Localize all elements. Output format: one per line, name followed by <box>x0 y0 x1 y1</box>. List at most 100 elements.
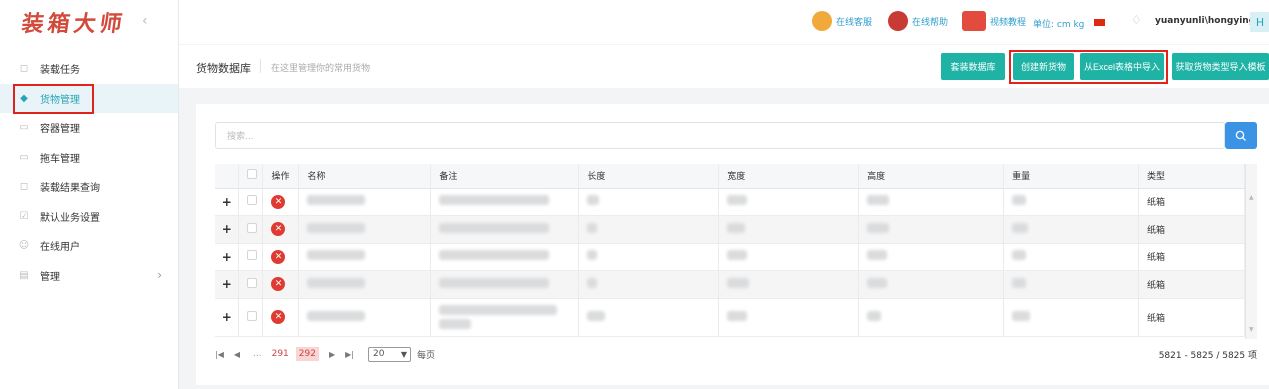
redacted-text <box>727 277 750 288</box>
first-page-icon[interactable]: |◀ <box>215 350 224 359</box>
sidebar-item-default-settings[interactable]: ☑ 默认业务设置 <box>0 202 178 232</box>
delete-icon[interactable]: ✕ <box>271 222 286 237</box>
redacted-text <box>307 222 366 233</box>
page-header: 货物数据库 在这里管理你的常用货物 套装数据库 创建新货物 从Excel表格中导… <box>179 45 1269 88</box>
expand-row-icon[interactable]: + <box>215 243 240 271</box>
cell-weight <box>1003 188 1139 216</box>
prev-page-icon[interactable]: ◀ <box>234 350 240 359</box>
delete-icon[interactable]: ✕ <box>271 194 286 209</box>
sidebar-item-admin[interactable]: ▤ 管理 › <box>0 261 178 291</box>
cell-height <box>858 243 1005 271</box>
sidebar-item-loading-tasks[interactable]: ◻ 装载任务 <box>0 54 178 84</box>
row-checkbox[interactable] <box>247 310 258 321</box>
table-row: + ✕ 纸箱 <box>215 215 1246 244</box>
row-checkbox[interactable] <box>247 222 258 233</box>
table-row: + ✕ 纸箱 <box>215 270 1246 299</box>
redacted-text <box>867 250 888 261</box>
page-title: 货物数据库 <box>196 62 251 75</box>
table-row: + ✕ 纸箱 <box>215 188 1246 216</box>
highlight-box-sidebar <box>13 84 94 114</box>
redacted-text <box>439 319 472 329</box>
col-name[interactable]: 名称 <box>298 164 432 189</box>
china-flag-icon[interactable] <box>1094 19 1105 26</box>
cell-name <box>298 188 432 216</box>
delete-icon[interactable]: ✕ <box>271 310 286 324</box>
row-checkbox[interactable] <box>247 250 258 261</box>
page-size-select[interactable]: 20 ▼ <box>368 346 411 362</box>
redacted-text <box>587 222 598 233</box>
search-button[interactable] <box>1225 122 1257 149</box>
cell-weight <box>1003 215 1139 244</box>
package-database-button[interactable]: 套装数据库 <box>941 53 1005 80</box>
page-ellipsis[interactable]: ... <box>250 347 265 361</box>
delete-icon[interactable]: ✕ <box>271 249 286 264</box>
avatar[interactable]: H <box>1250 12 1269 32</box>
col-length[interactable]: 长度 <box>578 164 720 189</box>
select-all-checkbox[interactable] <box>247 169 258 180</box>
cell-type: 纸箱 <box>1138 298 1246 337</box>
sidebar-item-trailer-management[interactable]: ▭ 拖车管理 <box>0 143 178 173</box>
row-select[interactable] <box>238 188 264 216</box>
row-checkbox[interactable] <box>247 195 258 206</box>
collapse-sidebar-icon[interactable]: ‹ <box>142 13 148 29</box>
page-292-current[interactable]: 292 <box>295 347 319 361</box>
cargo-card: 搜索... 操作 名称 备注 长度 宽度 高度 重量 类型 + ✕ 纸箱 + ✕… <box>196 104 1269 385</box>
container-icon: ▭ <box>19 122 29 134</box>
video-tutorial-link[interactable]: 视频教程 <box>962 11 1026 31</box>
cell-height <box>858 215 1005 244</box>
redacted-text <box>439 195 550 206</box>
expand-row-icon[interactable]: + <box>215 215 240 244</box>
col-height[interactable]: 高度 <box>858 164 1005 189</box>
col-weight[interactable]: 重量 <box>1003 164 1139 189</box>
online-service-link[interactable]: 在线客服 <box>812 11 872 31</box>
scroll-down-icon[interactable]: ▼ <box>1249 326 1254 333</box>
page-291[interactable]: 291 <box>269 347 292 361</box>
table-row: + ✕ 纸箱 <box>215 243 1246 271</box>
get-import-template-button[interactable]: 获取货物类型导入模板 <box>1172 53 1269 80</box>
expand-row-icon[interactable]: + <box>215 298 240 337</box>
cell-note <box>430 298 580 337</box>
sidebar-item-container-management[interactable]: ▭ 容器管理 <box>0 113 178 143</box>
cube-icon: ◻ <box>19 181 29 193</box>
online-help-link[interactable]: 在线帮助 <box>888 11 948 31</box>
search-input[interactable]: 搜索... <box>215 122 1225 149</box>
select-all-header[interactable] <box>238 164 264 189</box>
cell-length <box>578 188 720 216</box>
row-checkbox[interactable] <box>247 277 258 288</box>
box-icon: ◻ <box>19 63 29 75</box>
table-scrollbar[interactable]: ▲ ▼ <box>1245 164 1257 339</box>
last-page-icon[interactable]: ▶| <box>345 350 354 359</box>
redacted-text <box>587 277 598 288</box>
cell-note <box>430 243 580 271</box>
col-note[interactable]: 备注 <box>430 164 580 189</box>
expand-row-icon[interactable]: + <box>215 188 240 216</box>
row-select[interactable] <box>238 270 264 299</box>
col-width[interactable]: 宽度 <box>718 164 860 189</box>
cell-length <box>578 215 720 244</box>
row-select[interactable] <box>238 243 264 271</box>
username[interactable]: yuanyunli\hongying <box>1155 16 1255 26</box>
row-select[interactable] <box>238 298 264 337</box>
unit-setting[interactable]: 单位: cm kg <box>1033 17 1084 30</box>
redacted-text <box>1012 277 1027 288</box>
delete-icon[interactable]: ✕ <box>271 277 286 292</box>
next-page-icon[interactable]: ▶ <box>329 350 335 359</box>
sidebar-item-online-users[interactable]: ☺ 在线用户 <box>0 231 178 261</box>
redacted-text <box>439 222 550 233</box>
admin-icon: ▤ <box>19 269 29 281</box>
scroll-up-icon[interactable]: ▲ <box>1249 194 1254 201</box>
col-type[interactable]: 类型 <box>1138 164 1246 189</box>
row-select[interactable] <box>238 215 264 244</box>
chevron-down-icon: ▼ <box>400 349 407 359</box>
cell-length <box>578 270 720 299</box>
logo[interactable]: 装箱大师 <box>0 0 178 44</box>
sidebar-item-loading-results[interactable]: ◻ 装载结果查询 <box>0 172 178 202</box>
cell-width <box>718 298 860 337</box>
cell-width <box>718 188 860 216</box>
expand-row-icon[interactable]: + <box>215 270 240 299</box>
bell-icon[interactable]: ♢ <box>1131 13 1142 27</box>
cell-width <box>718 243 860 271</box>
video-icon <box>962 11 986 31</box>
cell-length <box>578 298 720 337</box>
cell-name <box>298 298 432 337</box>
